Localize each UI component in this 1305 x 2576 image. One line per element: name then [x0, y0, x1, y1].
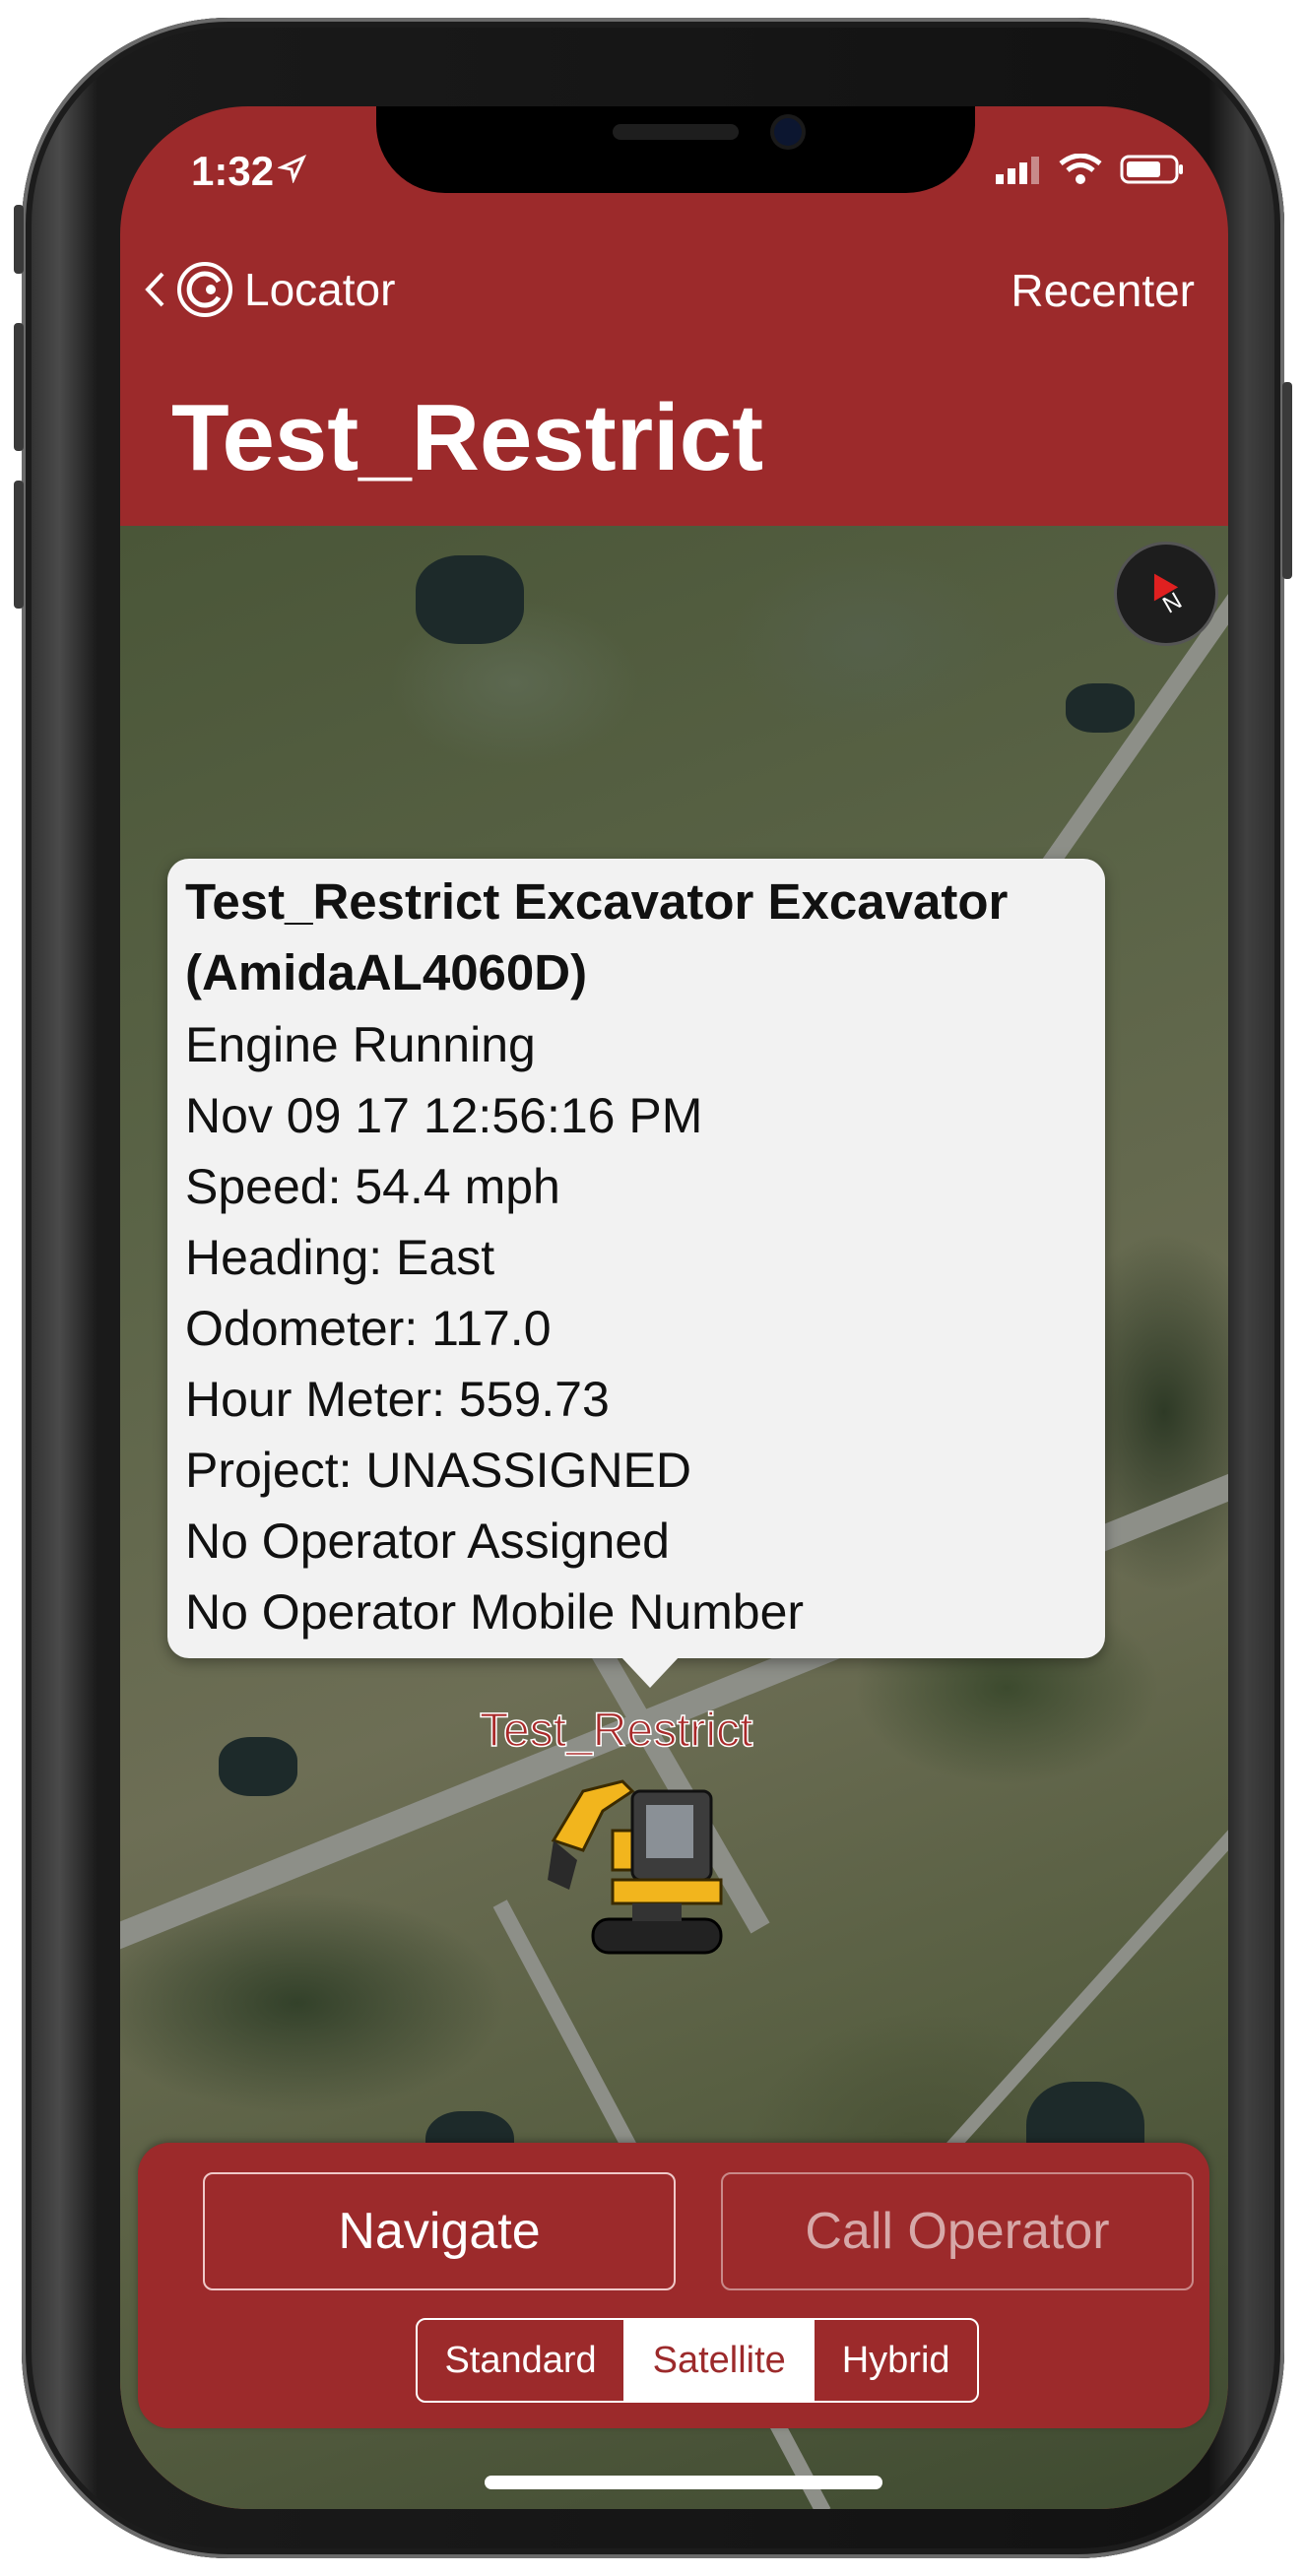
locator-logo-icon: [177, 262, 232, 317]
phone-frame: 1:32 Locator Recenter Test_Restrict N Te…: [14, 18, 1292, 2558]
page-title: Test_Restrict: [171, 385, 764, 490]
navigation-bar: Locator Recenter: [120, 254, 1228, 333]
map-type-satellite[interactable]: Satellite: [623, 2320, 814, 2401]
callout-title-line2: (AmidaAL4060D): [185, 944, 588, 1000]
map-type-standard[interactable]: Standard: [418, 2320, 623, 2401]
map-lake: [416, 555, 524, 644]
callout-operator: No Operator Assigned: [185, 1513, 670, 1569]
location-arrow-icon: [278, 154, 307, 183]
callout-operator-mobile: No Operator Mobile Number: [185, 1584, 805, 1640]
recenter-button[interactable]: Recenter: [1011, 264, 1195, 317]
map-lake: [219, 1737, 297, 1796]
callout-speed: Speed: 54.4 mph: [185, 1159, 560, 1214]
wifi-icon: [1059, 154, 1102, 184]
callout-tail: [620, 1656, 680, 1688]
home-indicator[interactable]: [485, 2476, 882, 2489]
callout-heading: Heading: East: [185, 1230, 495, 1285]
callout-odometer: Odometer: 117.0: [185, 1301, 552, 1356]
signal-icon: [996, 157, 1039, 184]
callout-hour-meter: Hour Meter: 559.73: [185, 1372, 610, 1427]
action-panel: Navigate Call Operator Standard Satellit…: [138, 2143, 1209, 2428]
status-icons: [994, 154, 1185, 185]
side-button-silent: [14, 205, 24, 274]
map-pin-label: Test_Restrict: [479, 1704, 753, 1758]
call-operator-button[interactable]: Call Operator: [721, 2172, 1194, 2290]
status-bar: 1:32: [120, 106, 1228, 215]
map-type-segmented-control: Standard Satellite Hybrid: [416, 2318, 979, 2403]
excavator-pin-icon[interactable]: [544, 1771, 731, 1968]
info-callout: Test_Restrict Excavator Excavator (Amida…: [167, 859, 1105, 1688]
side-button-volume-up: [14, 323, 24, 451]
status-time: 1:32: [191, 148, 275, 194]
battery-icon: [1120, 155, 1183, 184]
chevron-left-icon: [145, 272, 164, 307]
callout-timestamp: Nov 09 17 12:56:16 PM: [185, 1088, 703, 1143]
speaker: [613, 124, 739, 140]
callout-title-line1: Test_Restrict Excavator Excavator: [185, 873, 1009, 930]
side-button-volume-down: [14, 481, 24, 609]
callout-status: Engine Running: [185, 1017, 536, 1072]
compass[interactable]: N: [1114, 542, 1218, 646]
screen: 1:32 Locator Recenter Test_Restrict N Te…: [120, 106, 1228, 2509]
side-button-power: [1282, 382, 1292, 579]
map-lake: [1066, 683, 1135, 733]
map-type-hybrid[interactable]: Hybrid: [813, 2320, 977, 2401]
front-camera: [774, 118, 802, 146]
notch: [376, 106, 975, 193]
callout-project: Project: UNASSIGNED: [185, 1443, 692, 1498]
compass-letter: N: [1158, 587, 1187, 619]
navigate-button[interactable]: Navigate: [203, 2172, 676, 2290]
back-label: Locator: [244, 264, 396, 315]
back-button[interactable]: Locator: [144, 260, 395, 319]
